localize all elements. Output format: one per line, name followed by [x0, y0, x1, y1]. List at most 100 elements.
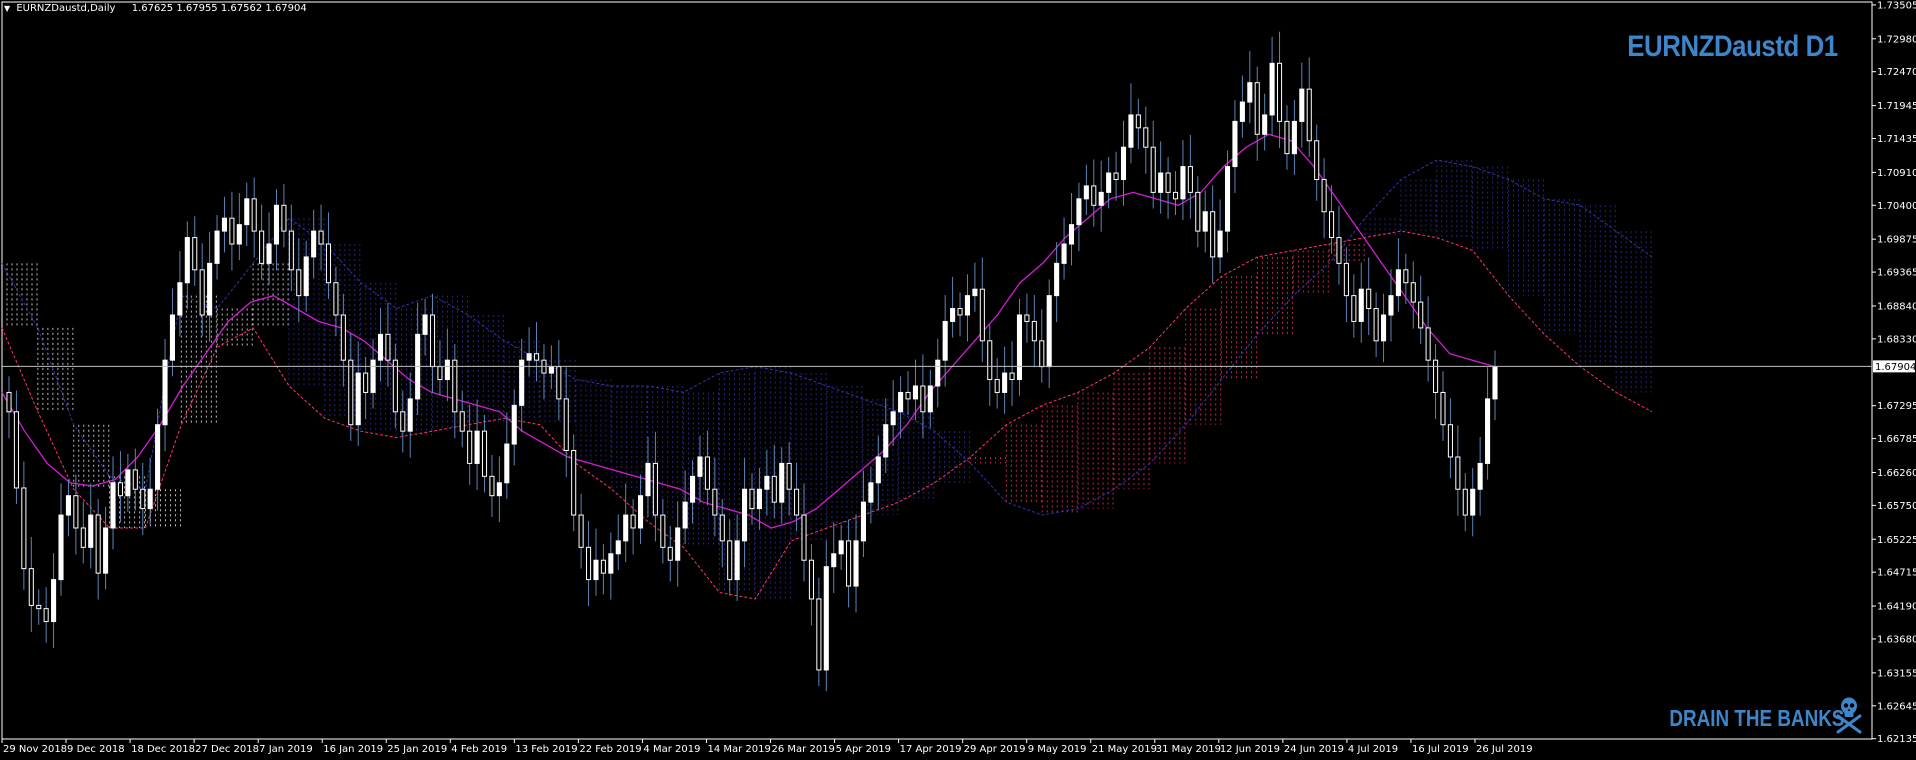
- x-tick-label: 31 May 2019: [1156, 744, 1221, 755]
- candle-body: [1076, 198, 1082, 226]
- price-chart[interactable]: 1.67904 1.73505 1.72980 1.72470 1.71945 1.71…: [0, 0, 1916, 760]
- candle-body: [898, 391, 904, 413]
- candle-body: [942, 320, 948, 361]
- candle-body: [199, 269, 205, 316]
- candle-body: [429, 314, 436, 368]
- candle-body: [638, 495, 644, 529]
- y-tick-label: 1.71945: [1877, 101, 1916, 112]
- candle-body: [1031, 320, 1037, 342]
- candle-body: [1276, 62, 1283, 122]
- candle-body: [1410, 282, 1416, 303]
- high-value: 1.67955: [176, 3, 218, 14]
- candle-body: [125, 469, 131, 497]
- candle-body: [690, 475, 696, 503]
- candle-body: [340, 314, 346, 361]
- candle-body: [259, 230, 265, 264]
- candle-body: [585, 546, 592, 581]
- candle-body: [1462, 488, 1468, 516]
- candle-body: [890, 411, 896, 426]
- candle-body: [734, 540, 740, 581]
- candle-body: [355, 372, 361, 426]
- current-price-label: 1.67904: [1875, 362, 1916, 373]
- candle-body: [13, 411, 19, 489]
- candle-body: [229, 217, 235, 245]
- candle-body: [615, 540, 621, 555]
- x-tick-label: 12 Jun 2019: [1220, 744, 1280, 755]
- candle-body: [504, 443, 510, 484]
- candle-body: [6, 391, 12, 413]
- candle-body: [831, 553, 837, 568]
- candle-body: [162, 359, 168, 426]
- candle-body: [392, 359, 398, 413]
- candle-body: [1328, 211, 1335, 239]
- x-tick-label: 14 Mar 2019: [707, 744, 770, 755]
- candle-body: [526, 353, 532, 361]
- y-tick-label: 1.62645: [1877, 701, 1916, 712]
- y-tick-label: 1.64715: [1877, 568, 1916, 579]
- candle-body: [794, 488, 800, 516]
- candle-body: [1373, 308, 1379, 342]
- candle-body: [36, 604, 42, 610]
- candle-body: [496, 482, 502, 497]
- y-tick-label: 1.71435: [1877, 134, 1916, 145]
- x-tick-label: 27 Dec 2018: [195, 744, 259, 755]
- candle-body: [1418, 301, 1424, 329]
- candle-body: [1366, 288, 1372, 310]
- candle-body: [578, 514, 584, 548]
- y-tick-label: 1.69875: [1877, 235, 1916, 246]
- candle-body: [912, 385, 919, 400]
- candle-body: [1120, 146, 1127, 180]
- candle-body: [1172, 191, 1179, 200]
- candle-body: [1113, 172, 1119, 180]
- symbol-info: ▼ EURNZDaustd,Daily 1.67625 1.67955 1.67…: [4, 3, 307, 14]
- candle-body: [533, 353, 540, 361]
- skull-crossbones-icon: [1836, 697, 1862, 734]
- candle-body: [600, 559, 606, 574]
- candle-body: [1262, 114, 1268, 135]
- candle-body: [593, 559, 599, 581]
- candle-body: [110, 482, 116, 529]
- candle-body: [801, 514, 807, 561]
- candle-body: [1054, 262, 1060, 297]
- candle-body: [764, 475, 770, 490]
- candle-body: [1039, 340, 1045, 368]
- candle-body: [467, 430, 473, 464]
- candle-body: [1187, 166, 1193, 193]
- candle-body: [1433, 359, 1439, 393]
- candle-body: [994, 379, 1000, 393]
- x-tick-label: 13 Feb 2019: [515, 744, 577, 755]
- candle-body: [1381, 314, 1387, 342]
- candle-body: [1455, 456, 1461, 490]
- candle-body: [860, 501, 866, 542]
- candle-body: [214, 230, 220, 264]
- candle-body: [846, 540, 852, 587]
- candle-body: [140, 488, 146, 510]
- y-tick-label: 1.65750: [1877, 501, 1916, 512]
- candle-body: [979, 288, 985, 342]
- candle-body: [437, 366, 443, 381]
- candle-body: [808, 559, 814, 600]
- candle-body: [1343, 262, 1349, 297]
- candle-body: [43, 608, 49, 623]
- candle-body: [400, 411, 406, 432]
- candle-body: [682, 501, 688, 529]
- candle-body: [155, 424, 161, 490]
- candle-body: [905, 391, 911, 400]
- candle-body: [749, 488, 755, 510]
- candle-body: [823, 566, 829, 671]
- candle-body: [333, 282, 339, 316]
- y-tick-label: 1.70400: [1877, 201, 1916, 212]
- candle-body: [875, 456, 881, 484]
- candle-body: [704, 456, 710, 490]
- candle-body: [511, 404, 517, 445]
- x-tick-label: 25 Jan 2019: [387, 744, 447, 755]
- triangle-down-icon[interactable]: ▼: [4, 4, 10, 13]
- candle-body: [853, 540, 859, 587]
- candle-body: [1284, 120, 1290, 155]
- x-tick-label: 18 Dec 2018: [131, 744, 195, 755]
- candle-body: [548, 366, 554, 374]
- y-tick-label: 1.70910: [1877, 168, 1916, 179]
- candle-body: [1247, 82, 1253, 103]
- candle-body: [1009, 372, 1015, 381]
- candle-body: [950, 308, 956, 322]
